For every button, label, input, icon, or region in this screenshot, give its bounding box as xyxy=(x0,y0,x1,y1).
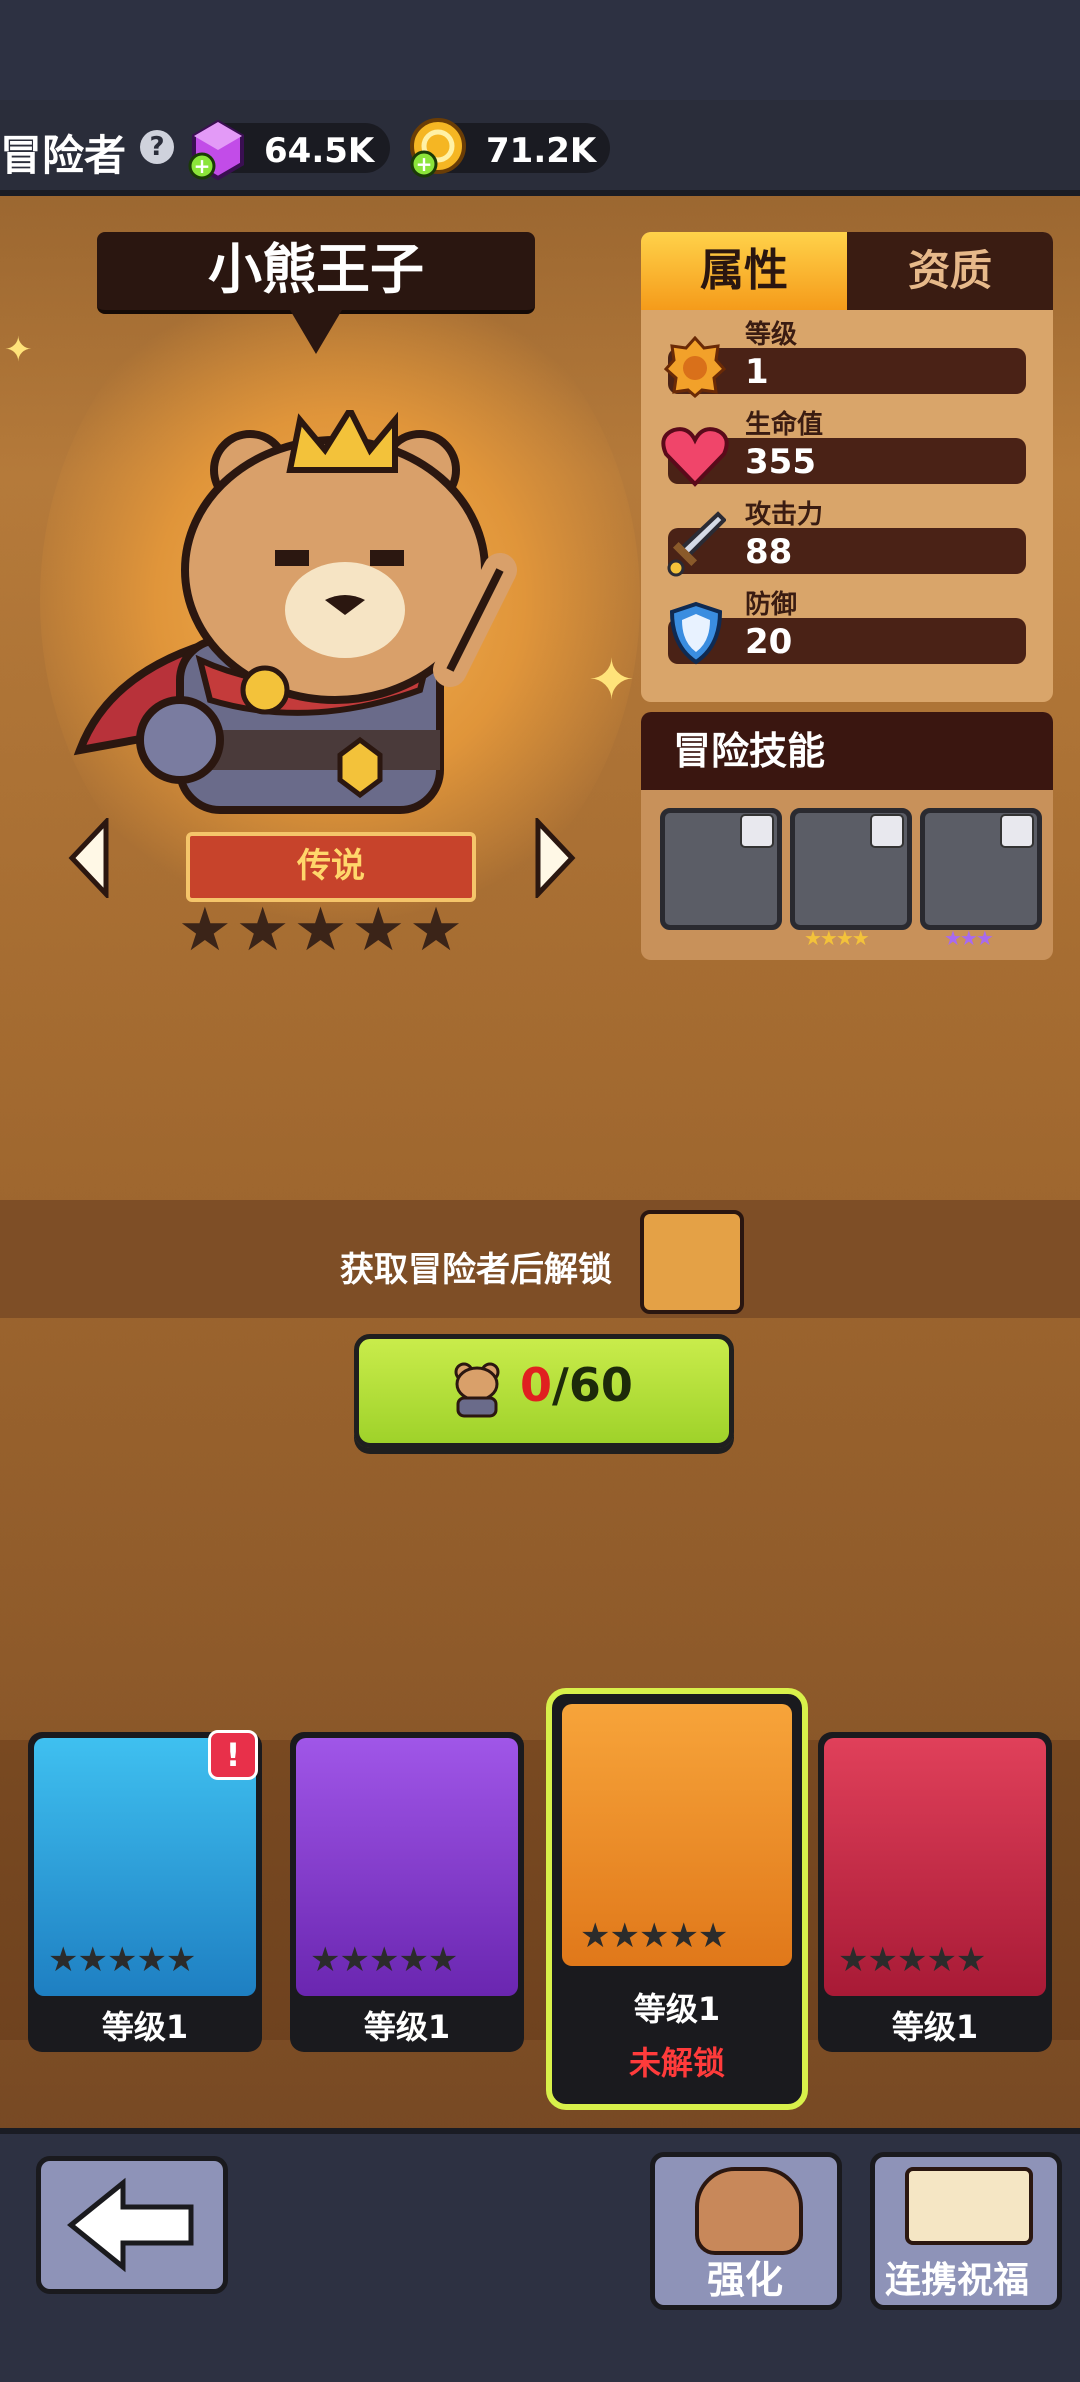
skills-title: 冒险技能 xyxy=(641,712,1053,790)
previous-hero-arrow[interactable] xyxy=(66,818,112,898)
capybara-icon xyxy=(695,2167,803,2255)
card-level: 等级1 xyxy=(891,2008,979,2046)
svg-text:+: + xyxy=(194,154,211,178)
gem-icon: + xyxy=(188,119,244,181)
notification-badge: ! xyxy=(208,1730,258,1780)
upgrade-label: 强化 xyxy=(707,2258,784,2302)
stat-hp-label: 生命值 xyxy=(745,410,824,440)
card-stars: ★★★★★ xyxy=(48,1940,196,1980)
open-book-icon xyxy=(905,2167,1033,2245)
page-title: 冒险者 xyxy=(0,131,127,180)
stat-attack-label: 攻击力 xyxy=(745,500,824,530)
bear-prince-portrait xyxy=(73,410,517,814)
back-arrow-icon xyxy=(67,2177,194,2273)
skill-3-stars: ★★★ xyxy=(944,926,994,950)
hero-star-rating: ★★★★★ xyxy=(178,895,467,965)
card-locked-status: 未解锁 xyxy=(628,2044,725,2082)
gem-amount: 64.5K xyxy=(264,131,375,171)
coin-amount: 71.2K xyxy=(486,131,597,171)
tab-attributes[interactable]: 属性 xyxy=(641,232,847,310)
sword-icon xyxy=(667,511,726,577)
shard-current: 0 xyxy=(520,1358,553,1412)
skill-2-stars: ★★★★ xyxy=(804,926,870,950)
back-button[interactable] xyxy=(36,2156,228,2294)
coin-icon: + xyxy=(410,118,466,178)
next-hero-arrow[interactable] xyxy=(532,818,578,898)
card-stars: ★★★★★ xyxy=(310,1940,458,1980)
hero-card-bear-selected[interactable]: ★★★★★ 等级1 未解锁 xyxy=(546,1688,808,2110)
hero-card-pig[interactable]: ★★★★★ 等级1 xyxy=(28,1732,262,2052)
stat-attack-value: 88 xyxy=(745,532,793,572)
stat-level-label: 等级 xyxy=(745,320,798,350)
hero-card-dragon-girl[interactable]: ★★★★★ 等级1 xyxy=(818,1732,1052,2052)
stat-level-value: 1 xyxy=(745,352,769,392)
name-plate-pointer xyxy=(290,310,342,354)
shard-required: /60 xyxy=(552,1358,633,1412)
stat-defense-value: 20 xyxy=(745,622,793,662)
hero-name: 小熊王子 xyxy=(97,232,535,314)
help-icon[interactable]: ? xyxy=(140,130,174,164)
rarity-badge: 传说 xyxy=(186,832,476,902)
stat-defense-label: 防御 xyxy=(745,590,798,620)
viking-upgrade-icon[interactable] xyxy=(640,1210,744,1314)
unlock-requirement-text: 获取冒险者后解锁 xyxy=(340,1250,612,1290)
upgrade-button[interactable]: 强化 xyxy=(650,2152,842,2310)
card-level: 等级1 xyxy=(633,1990,721,2028)
card-stars: ★★★★★ xyxy=(580,1916,728,1956)
level-badge-icon xyxy=(664,336,726,398)
card-level: 等级1 xyxy=(363,2008,451,2046)
lock-icon xyxy=(1000,814,1034,848)
sparkle-icon: ✦ xyxy=(4,330,33,370)
sparkle-icon: ✦ xyxy=(588,648,635,713)
link-blessing-label: 连携祝福 xyxy=(885,2260,1030,2301)
bear-shard-icon xyxy=(454,1362,500,1418)
svg-text:+: + xyxy=(416,152,433,176)
lock-icon xyxy=(740,814,774,848)
lock-icon xyxy=(870,814,904,848)
shield-icon xyxy=(669,601,723,665)
shard-progress-text: 0/60 xyxy=(520,1358,633,1412)
tab-aptitude[interactable]: 资质 xyxy=(847,232,1053,310)
card-stars: ★★★★★ xyxy=(838,1940,986,1980)
card-level: 等级1 xyxy=(101,2008,189,2046)
hero-card-panda[interactable]: ★★★★★ 等级1 xyxy=(290,1732,524,2052)
system-status-bar xyxy=(0,0,1080,100)
heart-icon xyxy=(661,427,729,487)
link-blessing-button[interactable]: 连携祝福 xyxy=(870,2152,1062,2310)
stat-hp-value: 355 xyxy=(745,442,816,482)
